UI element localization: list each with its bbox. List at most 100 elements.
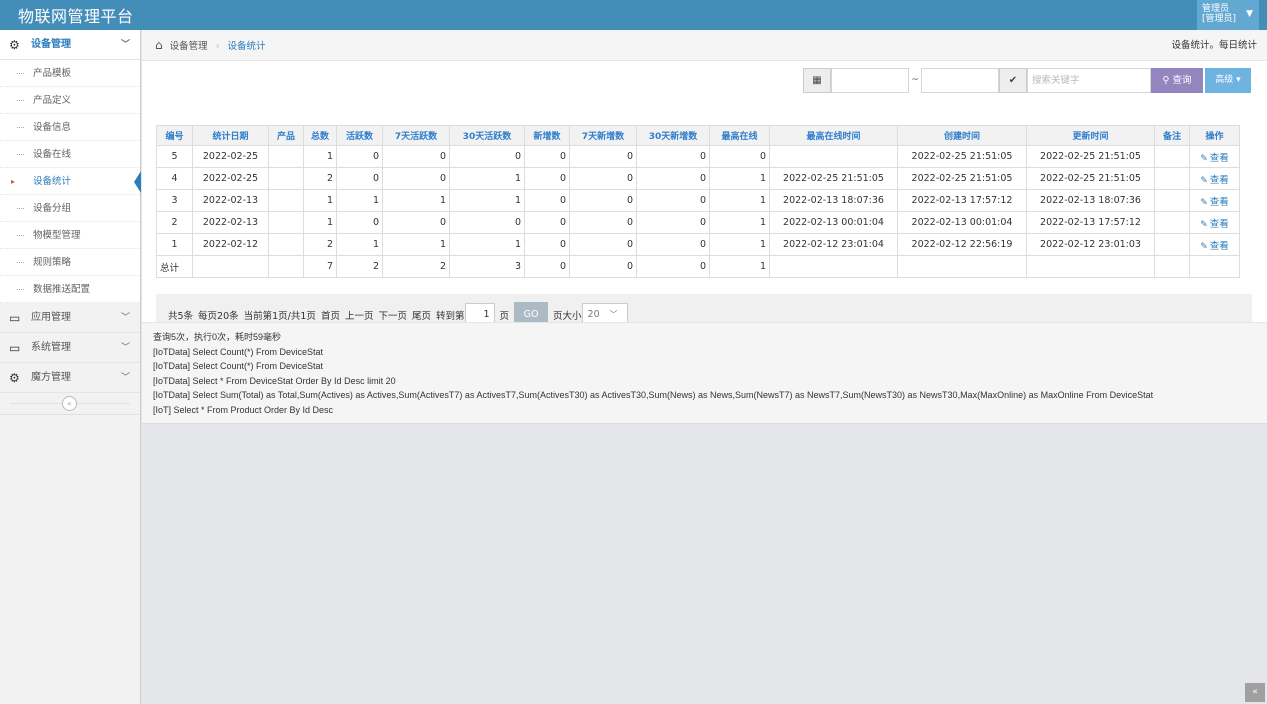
table-cell xyxy=(1154,167,1190,190)
table-cell xyxy=(268,255,304,278)
collapse-sidebar-button[interactable]: « xyxy=(62,396,77,411)
sidebar-item-device-group[interactable]: 设备分组 xyxy=(0,195,140,222)
table-cell xyxy=(1154,233,1190,256)
sidebar-menu-app[interactable]: ▭ 应用管理 ﹀ xyxy=(0,303,140,333)
sidebar-item-product-definition[interactable]: 产品定义 xyxy=(0,87,140,114)
table-cell: 0 xyxy=(569,189,637,212)
view-link[interactable]: ✎ 查看 xyxy=(1200,175,1229,186)
table-cell: 0 xyxy=(569,255,637,278)
table-row: 5 2022-02-25 1 0 0 0 0 0 0 0 2022-02-25 21:51:05 20… xyxy=(156,145,1240,168)
table-cell: 0 xyxy=(336,145,383,168)
table-cell: 1 xyxy=(382,233,450,256)
table-cell: 2022-02-25 21:51:05 xyxy=(1026,167,1155,190)
edit-icon: ✎ xyxy=(1200,241,1208,252)
table-cell: 1 xyxy=(709,211,770,234)
table-cell: 0 xyxy=(524,233,570,256)
user-menu[interactable]: 管理员 [管理员] ▼ xyxy=(1197,0,1259,30)
column-header[interactable]: 7天新增数 xyxy=(569,125,637,146)
table-cell: 0 xyxy=(636,233,710,256)
edit-icon: ✎ xyxy=(1200,153,1208,164)
check-icon[interactable]: ✔ xyxy=(999,68,1027,93)
sidebar-menu-magic[interactable]: ⚙ 魔方管理 ﹀ xyxy=(0,363,140,393)
column-header[interactable]: 7天活跃数 xyxy=(382,125,450,146)
column-header[interactable]: 创建时间 xyxy=(897,125,1027,146)
table-cell: 0 xyxy=(382,211,450,234)
column-header[interactable]: 新增数 xyxy=(524,125,570,146)
dashboard-icon: ⚙ xyxy=(9,38,20,52)
sidebar-item-device-stat[interactable]: ▸ 设备统计 xyxy=(0,168,141,195)
table-cell: 1 xyxy=(709,167,770,190)
chevron-down-icon: ﹀ xyxy=(120,373,130,383)
column-header[interactable]: 统计日期 xyxy=(192,125,269,146)
table-cell: 1 xyxy=(709,189,770,212)
sidebar-item-data-push[interactable]: 数据推送配置 xyxy=(0,276,140,303)
pager-page-unit: 页 xyxy=(499,310,510,322)
pager-per-page: 每页20条 xyxy=(198,310,239,322)
sql-log: 查询5次，执行0次，耗时59毫秒 [IoTData] Select Count(*… xyxy=(142,322,1267,424)
desktop-icon: ▭ xyxy=(9,311,21,325)
column-header[interactable]: 最高在线 xyxy=(709,125,770,146)
table-cell: 5 xyxy=(156,145,193,168)
page-description: 设备统计。每日统计 xyxy=(1171,40,1257,51)
page-size-label: 页大小 xyxy=(553,310,582,322)
table-cell: 0 xyxy=(636,189,710,212)
sidebar-item-product-template[interactable]: 产品模板 xyxy=(0,60,140,87)
app-title[interactable]: 物联网管理平台 xyxy=(18,3,134,27)
column-header[interactable]: 产品 xyxy=(268,125,304,146)
column-header[interactable]: 总数 xyxy=(303,125,337,146)
main-area: ⌂ 设备管理 › 设备统计 设备统计。每日统计 ▦ ~ ✔ 搜索关键字 ⚲ 查询… xyxy=(142,30,1267,704)
pager-last-link[interactable]: 尾页 xyxy=(412,308,431,322)
view-link[interactable]: ✎ 查看 xyxy=(1200,219,1229,230)
stat-table: 编号 统计日期 产品 总数 活跃数 7天活跃数 30天活跃数 新增数 7天新增数… xyxy=(156,125,1240,278)
desktop-icon: ▭ xyxy=(9,341,21,355)
caret-down-icon: ▾ xyxy=(1236,75,1241,85)
pager-prev-link[interactable]: 上一页 xyxy=(345,308,374,322)
column-header[interactable]: 最高在线时间 xyxy=(769,125,898,146)
query-button-label: 查询 xyxy=(1172,75,1192,86)
sidebar-menu-system[interactable]: ▭ 系统管理 ﹀ xyxy=(0,333,140,363)
table-cell: 1 xyxy=(156,233,193,256)
active-arrow-icon: ▸ xyxy=(11,177,16,186)
query-button[interactable]: ⚲ 查询 xyxy=(1151,68,1203,93)
view-link[interactable]: ✎ 查看 xyxy=(1200,153,1229,164)
table-cell: 2022-02-13 18:07:36 xyxy=(769,189,898,212)
back-to-top-button[interactable]: « xyxy=(1245,683,1265,702)
table-cell: 2022-02-13 00:01:04 xyxy=(897,211,1027,234)
table-cell: 2 xyxy=(303,233,337,256)
advanced-button[interactable]: 高级 ▾ xyxy=(1205,68,1251,93)
table-cell xyxy=(897,255,1027,278)
sidebar-menu-device[interactable]: ⚙ 设备管理 ﹀ xyxy=(0,30,140,60)
search-input[interactable]: 搜索关键字 xyxy=(1027,68,1151,93)
column-header[interactable]: 30天新增数 xyxy=(636,125,710,146)
table-cell xyxy=(1189,255,1240,278)
table-cell: 1 xyxy=(449,167,525,190)
column-header[interactable]: 活跃数 xyxy=(336,125,383,146)
pager-current: 当前第1页/共1页 xyxy=(243,310,316,322)
sidebar-item-device-online[interactable]: 设备在线 xyxy=(0,141,140,168)
column-header[interactable]: 更新时间 xyxy=(1026,125,1155,146)
start-date-input[interactable] xyxy=(831,68,909,93)
table-cell: 1 xyxy=(303,145,337,168)
pager-next-link[interactable]: 下一页 xyxy=(378,308,407,322)
sidebar-item-thing-model[interactable]: 物模型管理 xyxy=(0,222,140,249)
table-cell: 1 xyxy=(709,233,770,256)
view-link[interactable]: ✎ 查看 xyxy=(1200,241,1229,252)
column-header[interactable]: 备注 xyxy=(1154,125,1190,146)
table-cell: ✎ 查看 xyxy=(1189,145,1240,168)
column-header[interactable]: 编号 xyxy=(156,125,193,146)
sidebar-item-rule-strategy[interactable]: 规则策略 xyxy=(0,249,140,276)
calendar-icon[interactable]: ▦ xyxy=(803,68,831,93)
table-cell: 1 xyxy=(449,189,525,212)
sidebar-item-device-info[interactable]: 设备信息 xyxy=(0,114,140,141)
table-cell: 0 xyxy=(636,167,710,190)
column-header[interactable]: 30天活跃数 xyxy=(449,125,525,146)
home-icon[interactable]: ⌂ xyxy=(155,38,163,52)
end-date-input[interactable] xyxy=(921,68,999,93)
view-link[interactable]: ✎ 查看 xyxy=(1200,197,1229,208)
pager-first-link[interactable]: 首页 xyxy=(321,308,340,322)
table-cell: 3 xyxy=(156,189,193,212)
breadcrumb-parent[interactable]: 设备管理 xyxy=(170,41,208,52)
table-header-row: 编号 统计日期 产品 总数 活跃数 7天活跃数 30天活跃数 新增数 7天新增数… xyxy=(156,125,1240,146)
table-cell: 2022-02-25 21:51:05 xyxy=(1026,145,1155,168)
table-row: 2 2022-02-13 1 0 0 0 0 0 0 1 2022-02-13 00:01:04 20… xyxy=(156,211,1240,234)
